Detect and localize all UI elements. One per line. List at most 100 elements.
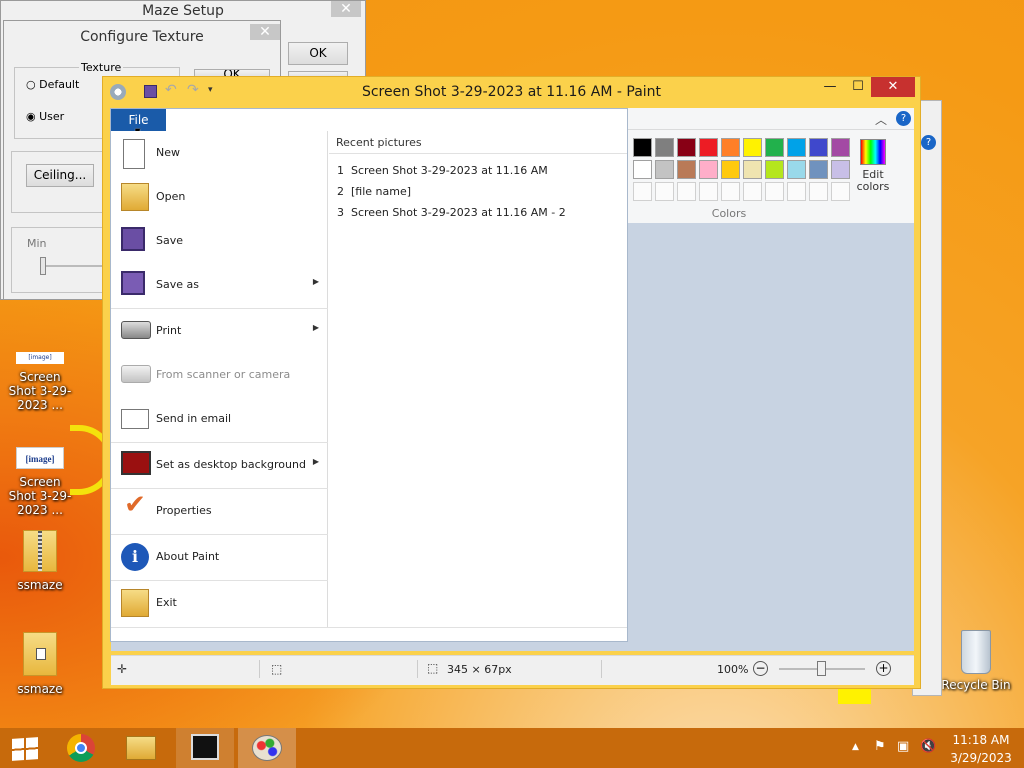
- help-icon[interactable]: ?: [896, 111, 911, 126]
- image-size-text: 345 × 67px: [447, 663, 512, 676]
- zoom-slider-thumb[interactable]: [817, 661, 826, 676]
- color-swatch[interactable]: [809, 138, 828, 157]
- configure-texture-close-button[interactable]: ✕: [250, 24, 280, 40]
- menu-from-scanner[interactable]: From scanner or camera: [111, 353, 328, 397]
- edit-colors-icon: [860, 139, 886, 165]
- show-hidden-icons-icon[interactable]: ▲: [852, 742, 859, 752]
- color-swatch[interactable]: [655, 160, 674, 179]
- taskbar-chrome[interactable]: [52, 728, 110, 768]
- taskbar-paint[interactable]: [238, 728, 296, 768]
- desktop-icon-screenshot-2[interactable]: [image] Screen Shot 3-29-2023 ...: [0, 447, 80, 517]
- start-button[interactable]: [0, 728, 48, 768]
- color-swatch[interactable]: [831, 182, 850, 201]
- color-swatch[interactable]: [721, 182, 740, 201]
- new-document-icon: [123, 139, 145, 169]
- menu-open[interactable]: Open: [111, 175, 328, 219]
- ribbon-collapse-icon[interactable]: ︿: [875, 111, 887, 128]
- color-swatch[interactable]: [655, 182, 674, 201]
- menu-from-scanner-label: From scanner or camera: [156, 368, 291, 381]
- zoom-in-button[interactable]: +: [876, 661, 891, 676]
- printer-icon: [121, 321, 151, 339]
- color-swatch[interactable]: [721, 138, 740, 157]
- color-swatch[interactable]: [677, 160, 696, 179]
- color-swatch[interactable]: [743, 160, 762, 179]
- minimize-button[interactable]: —: [815, 77, 845, 97]
- menu-exit-label: Exit: [156, 596, 177, 609]
- menu-new[interactable]: New: [111, 131, 328, 175]
- menu-exit[interactable]: Exit: [111, 581, 328, 625]
- radio-user-circle: ◉: [26, 110, 36, 123]
- desktop-icon-screenshot-1[interactable]: [image] Screen Shot 3-29-2023 ...: [0, 352, 80, 412]
- color-swatch[interactable]: [699, 160, 718, 179]
- maze-setup-ok-button[interactable]: OK: [288, 42, 348, 65]
- color-swatch[interactable]: [831, 138, 850, 157]
- clock-date[interactable]: 3/29/2023: [950, 751, 1012, 765]
- ssmaze-zip-label: ssmaze: [17, 578, 63, 592]
- recent-item-2[interactable]: 2 [file name]: [337, 185, 411, 198]
- divider-3: [601, 660, 602, 678]
- menu-desktop-background[interactable]: Set as desktop background ▶: [111, 443, 328, 487]
- recent-item-3[interactable]: 3 Screen Shot 3-29-2023 at 11.16 AM - 2: [337, 206, 566, 219]
- color-swatch[interactable]: [721, 160, 740, 179]
- color-swatch[interactable]: [787, 160, 806, 179]
- desktop-icon-recycle-bin[interactable]: Recycle Bin: [936, 630, 1016, 692]
- recent-item-1[interactable]: 1 Screen Shot 3-29-2023 at 11.16 AM: [337, 164, 548, 177]
- desktop-icon-ssmaze-folder[interactable]: ssmaze: [0, 632, 80, 696]
- ssmaze-folder-label: ssmaze: [17, 682, 63, 696]
- color-swatch[interactable]: [831, 160, 850, 179]
- menu-save[interactable]: Save: [111, 219, 328, 263]
- radio-user[interactable]: ◉ User: [26, 110, 64, 123]
- color-swatch[interactable]: [809, 160, 828, 179]
- recent-item-number: 3: [337, 206, 344, 219]
- min-slider-thumb[interactable]: [40, 257, 46, 275]
- maze-setup-close-button[interactable]: ✕: [331, 1, 361, 17]
- windows-logo-icon: [12, 737, 38, 761]
- recent-item-name: Screen Shot 3-29-2023 at 11.16 AM - 2: [351, 206, 566, 219]
- screenshot-1-label: Screen Shot 3-29-2023 ...: [8, 370, 72, 412]
- folder-doc-glyph: [36, 648, 46, 660]
- color-swatch[interactable]: [655, 138, 674, 157]
- color-swatch[interactable]: [787, 138, 806, 157]
- image-size-icon: ⬚: [427, 661, 439, 675]
- min-slider-track[interactable]: [42, 265, 102, 267]
- color-swatch[interactable]: [677, 182, 696, 201]
- color-swatch[interactable]: [809, 182, 828, 201]
- network-icon[interactable]: ▣: [897, 739, 909, 754]
- menu-send-email[interactable]: Send in email: [111, 397, 328, 441]
- menu-print[interactable]: Print ▶: [111, 309, 328, 353]
- menu-properties[interactable]: ✔ Properties: [111, 489, 328, 533]
- color-swatch[interactable]: [765, 138, 784, 157]
- color-swatch[interactable]: [699, 182, 718, 201]
- color-swatch[interactable]: [765, 182, 784, 201]
- close-button[interactable]: ✕: [871, 77, 915, 97]
- zoom-out-button[interactable]: −: [753, 661, 768, 676]
- radio-default-circle: ○: [26, 78, 36, 91]
- color-swatch[interactable]: [765, 160, 784, 179]
- save-as-submenu-arrow-icon: ▶: [312, 277, 319, 286]
- taskbar-maze-app[interactable]: [176, 728, 234, 768]
- recycle-bin-icon: [961, 630, 991, 674]
- color-swatch[interactable]: [787, 182, 806, 201]
- menu-about[interactable]: i About Paint: [111, 535, 328, 579]
- color-swatch[interactable]: [633, 138, 652, 157]
- color-swatch[interactable]: [699, 138, 718, 157]
- ceiling-button[interactable]: Ceiling...: [26, 164, 94, 187]
- color-swatch[interactable]: [633, 160, 652, 179]
- action-center-flag-icon[interactable]: ⚑: [874, 739, 886, 754]
- color-swatch[interactable]: [677, 138, 696, 157]
- maximize-button[interactable]: ☐: [843, 77, 873, 97]
- background-window-help-icon[interactable]: ?: [921, 135, 936, 150]
- menu-save-as[interactable]: Save as ▶: [111, 263, 328, 307]
- edit-colors-button[interactable]: Edit colors: [853, 137, 893, 197]
- color-swatch[interactable]: [633, 182, 652, 201]
- volume-muted-icon[interactable]: 🔇: [920, 739, 936, 754]
- open-folder-icon: [121, 183, 149, 211]
- desktop-icon-ssmaze-zip[interactable]: ssmaze: [0, 530, 80, 592]
- clock-time[interactable]: 11:18 AM: [950, 733, 1012, 747]
- radio-default[interactable]: ○ Default: [26, 78, 79, 91]
- color-swatch[interactable]: [743, 138, 762, 157]
- zip-folder-icon: [23, 530, 57, 572]
- color-swatch[interactable]: [743, 182, 762, 201]
- divider-1: [259, 660, 260, 678]
- taskbar-file-explorer[interactable]: [112, 728, 170, 768]
